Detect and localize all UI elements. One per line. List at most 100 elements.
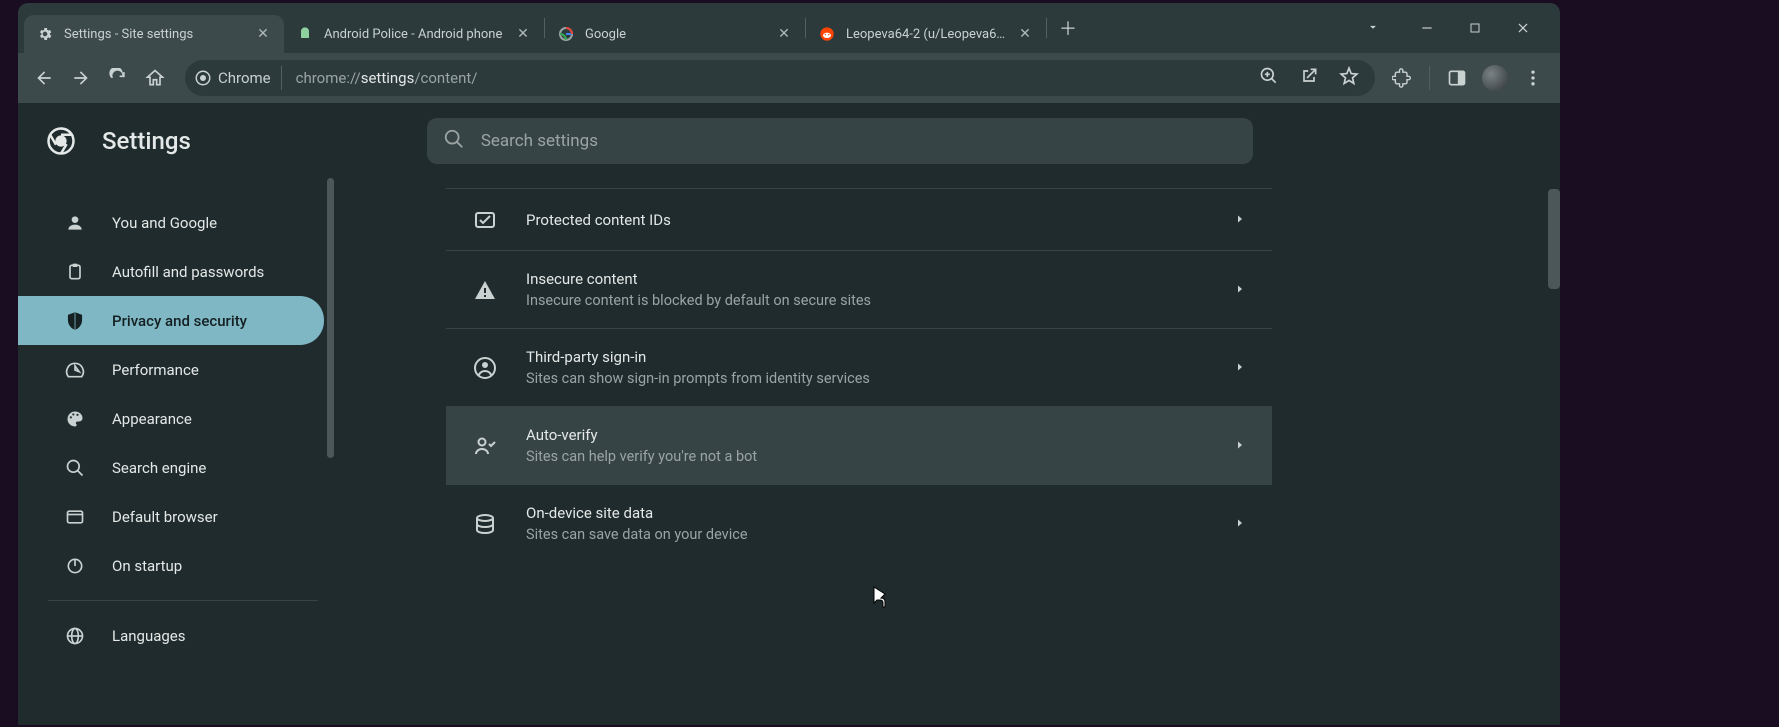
home-button[interactable] <box>140 61 171 95</box>
row-third-party-signin[interactable]: Third-party sign-in Sites can show sign-… <box>446 328 1272 406</box>
sidebar-item-appearance[interactable]: Appearance <box>18 394 324 443</box>
tab-title: Settings - Site settings <box>64 27 244 42</box>
account-icon <box>472 355 498 381</box>
row-title: Protected content IDs <box>526 211 1206 229</box>
row-auto-verify[interactable]: Auto-verify Sites can help verify you're… <box>446 406 1272 484</box>
clipboard-icon <box>64 261 86 283</box>
sidebar-item-performance[interactable]: Performance <box>18 345 324 394</box>
row-on-device-data[interactable]: On-device site data Sites can save data … <box>446 484 1272 562</box>
verified-user-icon <box>472 433 498 459</box>
speed-icon <box>64 359 86 381</box>
shield-icon <box>64 310 86 332</box>
chevron-right-icon <box>1234 514 1246 533</box>
tab-google[interactable]: Google ✕ <box>545 15 805 53</box>
sidebar-item-label: Default browser <box>112 508 218 526</box>
sidebar-item-label: Autofill and passwords <box>112 263 264 281</box>
sidebar-item-languages[interactable]: Languages <box>18 611 324 660</box>
sidebar-item-label: Search engine <box>112 459 206 477</box>
page-title: Settings <box>102 127 191 155</box>
search-icon <box>64 457 86 479</box>
zoom-icon[interactable] <box>1259 66 1279 90</box>
sidebar-item-label: Appearance <box>112 410 192 428</box>
globe-icon <box>64 625 86 647</box>
browser-window: Settings - Site settings ✕ Android Polic… <box>18 3 1560 725</box>
sidebar-separator <box>48 600 318 601</box>
checkbox-icon <box>472 207 498 233</box>
sidebar-item-you-and-google[interactable]: You and Google <box>18 198 324 247</box>
sidebar-item-search-engine[interactable]: Search engine <box>18 443 324 492</box>
page-scrollbar[interactable] <box>1548 189 1560 289</box>
sidebar-scrollbar[interactable] <box>327 178 334 458</box>
minimize-button[interactable] <box>1410 14 1444 42</box>
reload-button[interactable] <box>103 61 134 95</box>
chrome-logo-icon <box>46 126 76 156</box>
palette-icon <box>64 408 86 430</box>
chevron-right-icon <box>1234 280 1246 299</box>
share-icon[interactable] <box>1299 66 1319 90</box>
row-title: Insecure content <box>526 270 1206 288</box>
menu-button[interactable] <box>1516 61 1550 95</box>
maximize-button[interactable] <box>1458 14 1492 42</box>
sidebar-item-label: Languages <box>112 627 186 645</box>
tab-title: Android Police - Android phone <box>324 27 504 42</box>
browser-icon <box>64 506 86 528</box>
search-placeholder: Search settings <box>481 131 598 151</box>
chevron-right-icon <box>1234 436 1246 455</box>
sidebar-item-autofill[interactable]: Autofill and passwords <box>18 247 324 296</box>
google-icon <box>557 25 575 43</box>
content-settings-list: Protected content IDs Insecure content I… <box>446 188 1272 562</box>
address-bar[interactable]: Chrome chrome://settings/content/ <box>185 60 1375 96</box>
sidebar-item-label: You and Google <box>112 214 217 232</box>
tab-android-police[interactable]: Android Police - Android phone ✕ <box>284 15 544 53</box>
row-title: Third-party sign-in <box>526 348 1206 366</box>
tab-settings[interactable]: Settings - Site settings ✕ <box>24 15 284 53</box>
row-subtitle: Sites can show sign-in prompts from iden… <box>526 370 1206 387</box>
chip-label: Chrome <box>218 69 271 87</box>
browser-toolbar: Chrome chrome://settings/content/ <box>18 53 1560 103</box>
chevron-right-icon <box>1234 210 1246 229</box>
back-button[interactable] <box>28 61 59 95</box>
tab-title: Google <box>585 27 765 42</box>
row-subtitle: Insecure content is blocked by default o… <box>526 292 1206 309</box>
sidebar-item-label: On startup <box>112 557 182 575</box>
sidebar-item-on-startup[interactable]: On startup <box>18 541 324 590</box>
side-panel-button[interactable] <box>1440 61 1474 95</box>
search-settings-input[interactable]: Search settings <box>427 118 1253 164</box>
sidebar-item-label: Privacy and security <box>112 312 247 330</box>
sidebar-item-privacy[interactable]: Privacy and security <box>18 296 324 345</box>
forward-button[interactable] <box>65 61 96 95</box>
row-protected-content[interactable]: Protected content IDs <box>446 188 1272 250</box>
tab-separator <box>1046 18 1047 38</box>
avatar <box>1482 65 1508 91</box>
tab-strip: Settings - Site settings ✕ Android Polic… <box>18 3 1560 53</box>
power-icon <box>64 555 86 577</box>
settings-body: You and Google Autofill and passwords Pr… <box>18 178 1560 725</box>
search-icon <box>443 128 465 154</box>
settings-sidebar: You and Google Autofill and passwords Pr… <box>18 178 334 725</box>
close-icon[interactable]: ✕ <box>775 25 793 43</box>
settings-main: Protected content IDs Insecure content I… <box>334 178 1560 725</box>
row-title: Auto-verify <box>526 426 1206 444</box>
chevron-down-icon[interactable] <box>1366 19 1380 38</box>
extensions-button[interactable] <box>1385 61 1419 95</box>
row-title: On-device site data <box>526 504 1206 522</box>
site-chip[interactable]: Chrome <box>191 66 282 90</box>
tab-reddit[interactable]: Leopeva64-2 (u/Leopeva64-2) · ✕ <box>806 15 1046 53</box>
row-subtitle: Sites can save data on your device <box>526 526 1206 543</box>
new-tab-button[interactable]: ＋ <box>1053 13 1083 43</box>
close-icon[interactable]: ✕ <box>1016 25 1034 43</box>
profile-button[interactable] <box>1478 61 1512 95</box>
row-insecure-content[interactable]: Insecure content Insecure content is blo… <box>446 250 1272 328</box>
toolbar-divider <box>1429 66 1430 90</box>
row-subtitle: Sites can help verify you're not a bot <box>526 448 1206 465</box>
warning-icon <box>472 277 498 303</box>
close-icon[interactable]: ✕ <box>254 25 272 43</box>
toolbar-actions <box>1385 61 1550 95</box>
window-controls <box>1346 3 1560 53</box>
bookmark-icon[interactable] <box>1339 66 1359 90</box>
settings-page: Settings Search settings You and Google … <box>18 103 1560 725</box>
sidebar-item-default-browser[interactable]: Default browser <box>18 492 324 541</box>
chevron-right-icon <box>1234 358 1246 377</box>
close-window-button[interactable] <box>1506 14 1540 42</box>
close-icon[interactable]: ✕ <box>514 25 532 43</box>
